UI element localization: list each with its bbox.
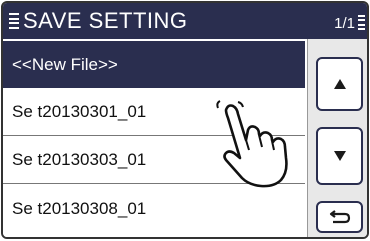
return-arrow-icon — [329, 210, 350, 224]
list-item-label: Se t20130308_01 — [12, 198, 147, 218]
scroll-up-button[interactable] — [316, 57, 363, 111]
list-item[interactable]: Se t20130308_01 — [3, 185, 305, 232]
list-item-label: Se t20130301_01 — [12, 102, 147, 121]
list-item-label: Se t20130303_01 — [12, 150, 147, 169]
scroll-down-button[interactable] — [316, 127, 363, 185]
save-setting-screen: SAVE SETTING 1/1 <<New File>> Se t201303… — [1, 1, 369, 239]
list-item[interactable]: Se t20130303_01 — [3, 137, 305, 184]
list-item-new-file[interactable]: <<New File>> — [3, 41, 305, 88]
menu-lines-icon — [9, 13, 19, 29]
title-bar: SAVE SETTING 1/1 — [3, 3, 367, 39]
file-list: <<New File>> Se t20130301_01 Se t2013030… — [3, 41, 308, 237]
list-item[interactable]: Se t20130301_01 — [3, 89, 305, 136]
list-item-label: <<New File>> — [12, 54, 118, 74]
page-title: SAVE SETTING — [23, 8, 188, 33]
back-button[interactable] — [316, 201, 363, 233]
page-indicator: 1/1 — [334, 15, 355, 32]
triangle-up-icon — [333, 79, 346, 89]
side-controls — [308, 39, 367, 237]
scroll-lines-icon — [358, 15, 365, 30]
triangle-down-icon — [333, 151, 346, 161]
